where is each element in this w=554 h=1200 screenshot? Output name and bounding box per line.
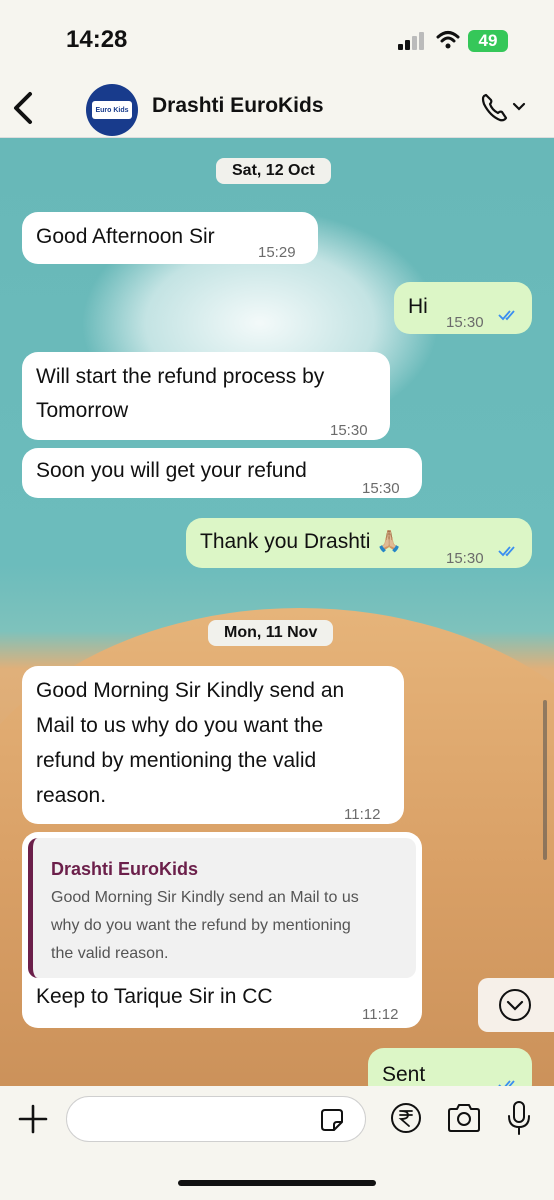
wifi-icon xyxy=(436,31,460,49)
message-text-line: Tomorrow xyxy=(36,399,129,422)
message-time: 11:12 xyxy=(362,1006,399,1023)
message-text: Good Afternoon Sir xyxy=(36,225,215,248)
date-separator: Sat, 12 Oct xyxy=(216,158,331,184)
composer-bar xyxy=(0,1086,554,1200)
message-time: 14:20 xyxy=(446,1076,484,1086)
contact-name[interactable]: Drashti EuroKids xyxy=(152,94,324,118)
scrollbar[interactable] xyxy=(543,700,547,860)
incoming-message[interactable]: Good Afternoon Sir 15:29 xyxy=(22,212,318,264)
chevron-down-icon xyxy=(512,102,526,111)
incoming-reply-message[interactable]: Drashti EuroKids Good Morning Sir Kindly… xyxy=(22,832,422,1028)
camera-icon[interactable] xyxy=(446,1102,482,1134)
incoming-message[interactable]: Good Morning Sir Kindly send an Mail to … xyxy=(22,666,404,824)
avatar[interactable]: Euro Kids xyxy=(86,84,138,136)
outgoing-message[interactable]: Sent 14:20 xyxy=(368,1048,532,1086)
quoted-text-line: why do you want the refund by mentioning xyxy=(51,917,351,934)
message-text: Hi xyxy=(408,295,428,318)
message-text-line: Will start the refund process by xyxy=(36,365,325,388)
message-time: 15:30 xyxy=(446,550,484,567)
plus-icon[interactable] xyxy=(18,1104,48,1134)
message-time: 15:29 xyxy=(258,244,296,261)
message-text-line: refund by mentioning the valid xyxy=(36,749,317,772)
quoted-text: Good Morning Sir Kindly send an Mail to … xyxy=(51,884,411,968)
chat-area[interactable]: Sat, 12 Oct Good Afternoon Sir 15:29 Hi … xyxy=(0,138,554,1086)
outgoing-message[interactable]: Thank you Drashti 🙏🏼 15:30 xyxy=(186,518,532,568)
scroll-to-bottom-button[interactable] xyxy=(478,978,554,1032)
phone-icon[interactable] xyxy=(478,90,530,126)
quoted-message[interactable]: Drashti EuroKids Good Morning Sir Kindly… xyxy=(28,838,416,978)
rupee-icon[interactable] xyxy=(390,1102,422,1134)
status-bar: 14:28 49 xyxy=(0,0,554,80)
quoted-text-line: the valid reason. xyxy=(51,945,169,962)
scroll-down-icon xyxy=(499,989,531,1021)
chat-header: Euro Kids Drashti EuroKids xyxy=(0,80,554,138)
message-text-line: Mail to us why do you want the xyxy=(36,714,324,737)
status-time: 14:28 xyxy=(66,26,128,53)
message-time: 15:30 xyxy=(362,480,400,497)
avatar-logo: Euro Kids xyxy=(92,101,132,119)
outgoing-message[interactable]: Hi 15:30 xyxy=(394,282,532,334)
message-text-line: Good Morning Sir Kindly send an xyxy=(36,679,345,702)
double-tick-icon xyxy=(498,546,515,557)
message-time: 15:30 xyxy=(330,422,368,439)
mic-icon[interactable] xyxy=(506,1100,532,1136)
back-chevron-icon[interactable] xyxy=(10,90,38,126)
signal-icon xyxy=(398,32,424,50)
sticker-icon[interactable] xyxy=(320,1108,344,1132)
battery-indicator: 49 xyxy=(468,30,508,52)
battery-level: 49 xyxy=(478,31,498,50)
quoted-author: Drashti EuroKids xyxy=(51,859,199,879)
home-indicator xyxy=(178,1180,376,1186)
incoming-message[interactable]: Will start the refund process by Tomorro… xyxy=(22,352,390,440)
double-tick-icon xyxy=(498,310,515,321)
message-text-line: reason. xyxy=(36,784,107,807)
quoted-text-line: Good Morning Sir Kindly send an Mail to … xyxy=(51,889,359,906)
incoming-message[interactable]: Soon you will get your refund 15:30 xyxy=(22,448,422,498)
message-text: Sent xyxy=(382,1063,426,1086)
message-text: Thank you Drashti 🙏🏼 xyxy=(200,530,403,553)
message-text: Keep to Tarique Sir in CC xyxy=(36,985,273,1008)
double-tick-icon xyxy=(498,1080,515,1086)
message-text: Soon you will get your refund xyxy=(36,459,307,482)
date-separator: Mon, 11 Nov xyxy=(208,620,334,646)
message-time: 11:12 xyxy=(344,806,381,823)
message-time: 15:30 xyxy=(446,314,484,331)
